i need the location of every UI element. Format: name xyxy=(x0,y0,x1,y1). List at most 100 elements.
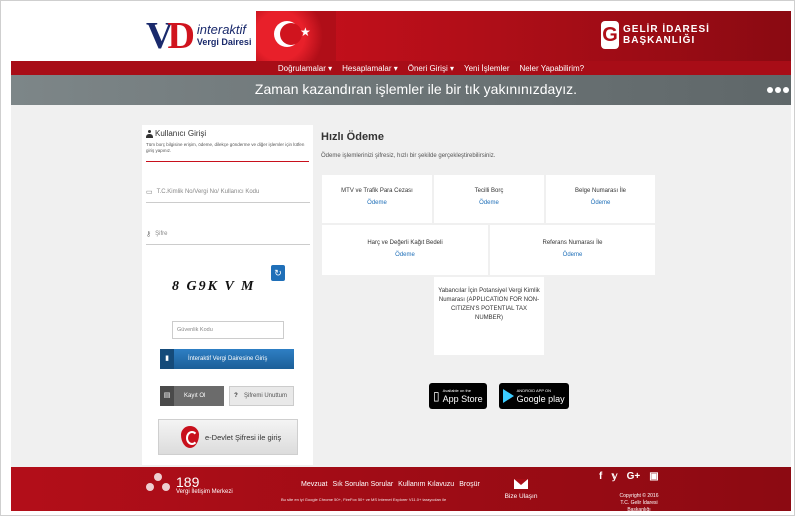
contact-us-link[interactable]: Bize Ulaşın xyxy=(501,479,541,500)
carousel-dot[interactable] xyxy=(775,87,781,93)
login-header: Kullanıcı Girişi Tüm borç bilgisine eriş… xyxy=(146,129,309,154)
mail-icon xyxy=(514,479,528,489)
ivd-login-button[interactable]: ▮ İnteraktif Vergi Dairesine Giriş xyxy=(160,349,294,369)
logo-text: interaktif Vergi Dairesi xyxy=(196,22,252,48)
quick-payment-title: Hızlı Ödeme xyxy=(321,131,384,143)
card-payment-link[interactable]: Ödeme xyxy=(322,252,488,258)
card-label: Belge Numarası İle xyxy=(574,188,627,194)
logo-mark: VD xyxy=(146,14,195,58)
login-title-text: Kullanıcı Girişi xyxy=(155,129,207,138)
app-store-big-text: App Store xyxy=(442,394,483,404)
payment-card-mtv[interactable]: MTV ve Trafik Para Cezası Ödeme xyxy=(322,175,432,223)
id-card-icon: ▭ xyxy=(146,188,153,196)
card-label: MTV ve Trafik Para Cezası xyxy=(341,188,413,194)
footer-links: Mevzuat Sık Sorulan Sorular Kullanım Kıl… xyxy=(301,481,480,488)
ivd-logo[interactable]: VD interaktif Vergi Dairesi xyxy=(146,14,256,58)
footer-link-mevzuat[interactable]: Mevzuat xyxy=(301,481,327,488)
browser-note: Bu site en iyi Google Chrome 50+, FireFo… xyxy=(281,497,447,502)
tc-number-input[interactable]: ▭ T.C.Kimlik No/Vergi No/ Kullanıcı Kodu xyxy=(146,181,310,203)
register-label: Kayıt Ol xyxy=(184,393,206,399)
question-icon: ? xyxy=(234,393,238,399)
call-center-label: Vergi İletişim Merkezi xyxy=(176,489,233,495)
twitter-icon[interactable]: 𝕪 xyxy=(611,471,617,482)
card-label: Yabancılar İçin Potansiyel Vergi Kimlik … xyxy=(438,288,540,321)
payment-card-referans-numarasi[interactable]: Referans Numarası İle Ödeme xyxy=(490,225,655,275)
card-label: Harç ve Değerli Kağıt Bedeli xyxy=(367,240,443,246)
app-store-badges: ▯ Available on the App Store ANDROID APP… xyxy=(429,383,569,409)
login-icon: ▮ xyxy=(160,349,174,369)
google-play-badge[interactable]: ANDROID APP ON Google play xyxy=(498,383,569,409)
ivd-login-label: İnteraktif Vergi Dairesine Giriş xyxy=(188,356,268,362)
forgot-password-label: Şifremi Unuttum xyxy=(244,393,288,399)
site-footer: 189 Vergi İletişim Merkezi Mevzuat Sık S… xyxy=(11,467,791,514)
edevlet-login-button[interactable]: e-Devlet Şifresi ile giriş xyxy=(158,419,298,455)
nav-item-oneri-girisi[interactable]: Öneri Girişi ▾ xyxy=(408,64,454,73)
google-play-icon xyxy=(502,389,514,403)
apple-icon: ▯ xyxy=(433,389,440,403)
logo-letter-d: D xyxy=(167,15,195,57)
card-payment-link[interactable]: Ödeme xyxy=(546,200,655,206)
register-button[interactable]: ▤ Kayıt Ol xyxy=(160,386,224,406)
nav-item-hesaplamalar[interactable]: Hesaplamalar ▾ xyxy=(342,64,398,73)
card-payment-link[interactable]: Ödeme xyxy=(322,200,432,206)
logo-letter-v: V xyxy=(146,15,174,57)
payment-card-tecilli-borc[interactable]: Tecilli Borç Ödeme xyxy=(434,175,544,223)
gib-line-2: BAŞKANLIĞI xyxy=(623,35,696,46)
contact-us-label: Bize Ulaşın xyxy=(504,493,538,500)
footer-link-brosur[interactable]: Broşür xyxy=(459,481,480,488)
app-store-badge[interactable]: ▯ Available on the App Store xyxy=(429,383,487,409)
site-header: VD interaktif Vergi Dairesi ★ G GELİR İD… xyxy=(11,11,791,61)
logo-line-2: Vergi Dairesi xyxy=(196,37,252,47)
nav-item-yeni-islemler[interactable]: Yeni İşlemler xyxy=(464,64,510,73)
call-center[interactable]: 189 Vergi İletişim Merkezi xyxy=(146,473,233,497)
people-icon xyxy=(146,473,170,497)
card-payment-link[interactable]: Ödeme xyxy=(434,200,544,206)
social-links: f 𝕪 G+ ▣ xyxy=(599,471,659,482)
copyright: Copyright © 2016 T.C. Gelir İdaresi Başk… xyxy=(609,493,669,514)
facebook-icon[interactable]: f xyxy=(599,471,602,482)
call-center-text: 189 Vergi İletişim Merkezi xyxy=(176,475,233,495)
payment-card-yabancilar[interactable]: Yabancılar İçin Potansiyel Vergi Kimlik … xyxy=(434,277,544,355)
google-play-text: ANDROID APP ON Google play xyxy=(517,388,565,404)
gib-emblem-icon: G xyxy=(601,21,619,49)
card-payment-link[interactable]: Ödeme xyxy=(490,252,655,258)
google-plus-icon[interactable]: G+ xyxy=(627,471,641,482)
card-label: Tecilli Borç xyxy=(474,188,504,194)
quick-payment-description: Ödeme işlemlerinizi şifresiz, hızlı bir … xyxy=(321,153,496,159)
nav-item-neler-yapabilirim[interactable]: Neler Yapabilirim? xyxy=(520,64,585,73)
card-label: Referans Numarası İle xyxy=(542,240,603,246)
security-code-input[interactable]: Güvenlik Kodu xyxy=(172,321,284,339)
content-area xyxy=(11,105,791,467)
carousel-dot[interactable] xyxy=(767,87,773,93)
crescent-icon xyxy=(274,21,302,47)
youtube-icon[interactable]: ▣ xyxy=(649,471,658,482)
app-store-text: Available on the App Store xyxy=(443,388,483,404)
carousel-dots xyxy=(767,87,789,93)
hero-banner: Zaman kazandıran işlemler ile bir tık ya… xyxy=(11,75,791,105)
nav-item-dogrulamalar[interactable]: Doğrulamalar ▾ xyxy=(278,64,332,73)
footer-link-sss[interactable]: Sık Sorulan Sorular xyxy=(332,481,393,488)
password-input[interactable]: ⚷ Şifre xyxy=(146,223,310,245)
copyright-line-1: Copyright © 2016 xyxy=(619,493,659,499)
footer-link-kilavuz[interactable]: Kullanım Kılavuzu xyxy=(398,481,454,488)
gib-logo[interactable]: G GELİR İDARESİ BAŞKANLIĞI xyxy=(601,21,710,49)
page-frame: VD interaktif Vergi Dairesi ★ G GELİR İD… xyxy=(0,0,795,516)
password-placeholder: Şifre xyxy=(155,230,168,237)
captcha-image: 8 G9K V M xyxy=(172,279,256,294)
copyright-line-2: T.C. Gelir İdaresi Başkanlığı xyxy=(620,500,658,513)
captcha-refresh-button[interactable]: ↻ xyxy=(271,265,285,281)
banner-text: Zaman kazandıran işlemler ile bir tık ya… xyxy=(254,81,578,97)
divider xyxy=(146,161,309,162)
star-icon: ★ xyxy=(300,25,311,39)
payment-card-harc[interactable]: Harç ve Değerli Kağıt Bedeli Ödeme xyxy=(322,225,488,275)
carousel-dot[interactable] xyxy=(783,87,789,93)
login-panel: Kullanıcı Girişi Tüm borç bilgisine eriş… xyxy=(142,125,313,465)
logo-line-1: interaktif xyxy=(196,22,247,37)
forgot-password-button[interactable]: ? Şifremi Unuttum xyxy=(229,386,294,406)
refresh-icon: ↻ xyxy=(274,268,282,278)
call-center-number: 189 xyxy=(176,474,200,490)
user-icon xyxy=(146,129,153,138)
payment-card-belge-numarasi[interactable]: Belge Numarası İle Ödeme xyxy=(546,175,655,223)
edevlet-login-label: e-Devlet Şifresi ile giriş xyxy=(205,432,282,442)
key-icon: ⚷ xyxy=(146,230,152,238)
